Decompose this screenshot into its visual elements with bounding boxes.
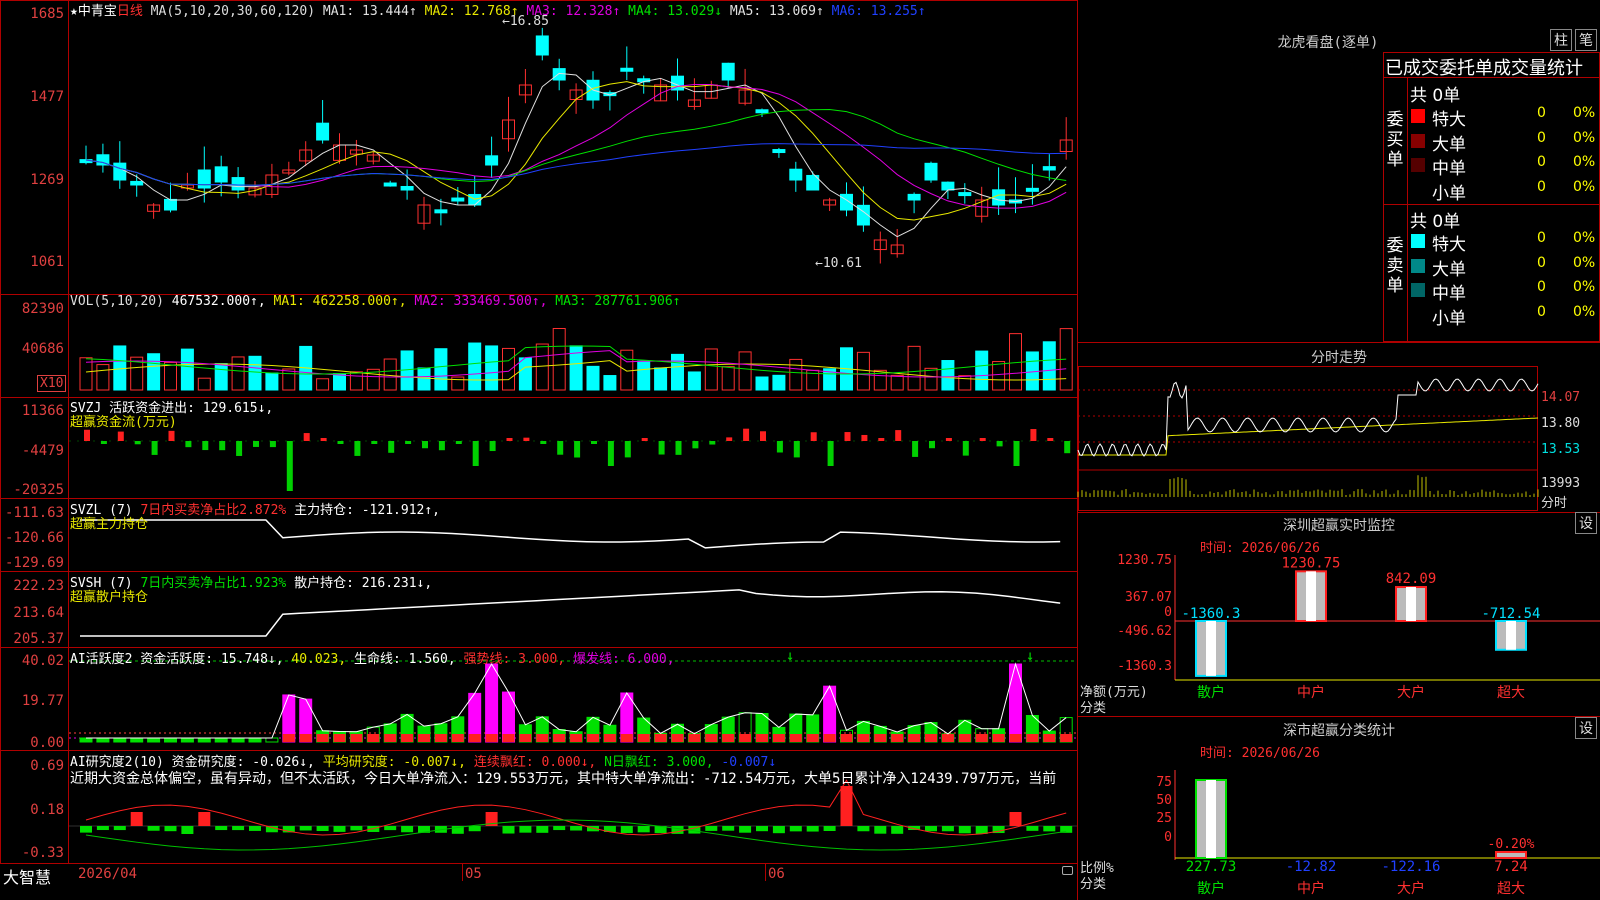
cls-value-label: -12.82: [1286, 859, 1337, 875]
cls-category: 中户: [1297, 880, 1325, 897]
cls-category: 散户: [1197, 880, 1225, 897]
cls-chart: 227.73 散户 -12.82 中户 -122.16 大户 7.24 超大 -0.20%: [1174, 770, 1600, 897]
cls-category: 大户: [1397, 880, 1425, 897]
cls-bar-small: [1495, 851, 1527, 859]
cls-bar-hl: [1206, 780, 1216, 858]
cls-category: 超大: [1497, 881, 1525, 897]
cls-value-label: -122.16: [1381, 859, 1440, 875]
cls-value-label: 7.24: [1494, 859, 1528, 875]
cls-extra-label: -0.20%: [1488, 837, 1535, 852]
cls-value-label: 227.73: [1186, 859, 1237, 875]
